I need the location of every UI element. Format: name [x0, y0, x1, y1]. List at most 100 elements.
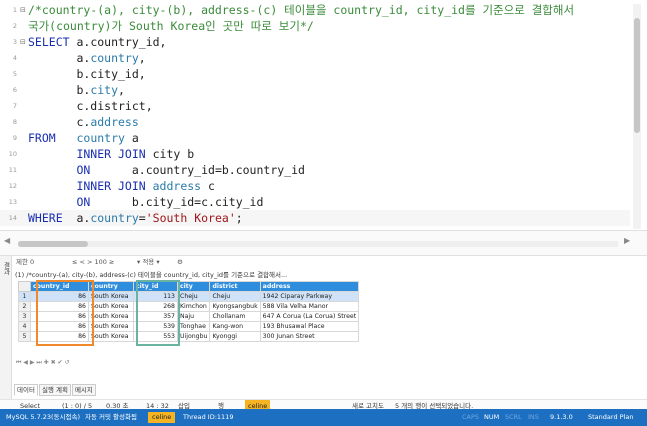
- table-cell[interactable]: 300 Junan Street: [259, 331, 360, 342]
- grid-nav-bar[interactable]: ⏮ ◀ ▶ ⏭ ✚ ✖ ✔ ↺: [12, 357, 632, 369]
- table-cell[interactable]: Tonghae: [176, 321, 211, 332]
- code-line[interactable]: 14 WHERE a.country='South Korea';: [0, 210, 630, 226]
- code-line[interactable]: 13 ON b.city_id=c.city_id: [0, 194, 630, 210]
- table-cell[interactable]: 86: [30, 301, 89, 312]
- table-row[interactable]: 4 86 South Korea 539 Tonghae Kang-won 193 Bhus…: [18, 321, 360, 332]
- table-cell[interactable]: 268: [133, 301, 178, 312]
- code-token: a: [124, 131, 139, 145]
- scrl-indicator: SCRL: [505, 413, 522, 421]
- row-number[interactable]: 5: [18, 331, 31, 342]
- scrollbar-thumb[interactable]: [18, 241, 88, 247]
- editor-vertical-scrollbar[interactable]: [633, 4, 641, 229]
- table-cell[interactable]: Cheju: [209, 291, 261, 302]
- result-subtab[interactable]: 메시지: [71, 384, 96, 396]
- table-cell[interactable]: 588 Vila Velha Manor: [259, 301, 360, 312]
- column-header[interactable]: city_id: [133, 281, 178, 292]
- table-cell[interactable]: South Korea: [88, 291, 134, 302]
- table-cell[interactable]: Chollanam: [209, 311, 261, 322]
- results-side-tab[interactable]: 결과: [0, 256, 12, 406]
- table-cell[interactable]: Kyonggi: [209, 331, 261, 342]
- code-token: country: [76, 131, 125, 145]
- table-cell[interactable]: 647 A Corua (La Corua) Street: [259, 311, 360, 322]
- table-cell[interactable]: Cheju: [176, 291, 211, 302]
- table-cell[interactable]: 357: [133, 311, 178, 322]
- fold-toggle-icon[interactable]: ⊟: [20, 38, 26, 46]
- table-cell[interactable]: 193 Bhusawal Place: [259, 321, 360, 332]
- code-line[interactable]: 4 a.country,: [0, 50, 630, 66]
- code-line[interactable]: 12 INNER JOIN address c: [0, 178, 630, 194]
- row-number[interactable]: 2: [18, 301, 31, 312]
- server-version: MySQL 5.7.23(동시접속): [6, 413, 81, 421]
- table-cell[interactable]: Kyongsangbuk: [209, 301, 261, 312]
- code-line[interactable]: 2 국가(country)가 South Korea인 곳만 따로 보기*/: [0, 18, 630, 34]
- gear-icon[interactable]: ⚙: [177, 256, 183, 269]
- table-cell[interactable]: 1942 Ciparay Parkway: [259, 291, 360, 302]
- table-cell[interactable]: South Korea: [88, 311, 134, 322]
- row-number[interactable]: 3: [18, 311, 31, 322]
- column-header[interactable]: country: [88, 281, 134, 292]
- code-line[interactable]: 6 b.city,: [0, 82, 630, 98]
- editor-horizontal-scrollbar[interactable]: [18, 241, 618, 247]
- code-text: INNER JOIN city b: [28, 146, 194, 162]
- table-cell[interactable]: Uijongbu: [176, 331, 211, 342]
- scroll-right-icon[interactable]: ▶: [624, 236, 630, 245]
- fold-toggle-icon[interactable]: ⊟: [20, 6, 26, 14]
- results-side-label: 결과: [2, 262, 10, 275]
- scrollbar-thumb[interactable]: [634, 18, 640, 133]
- thread-id: Thread ID:1119: [183, 413, 234, 421]
- column-header[interactable]: district: [209, 281, 261, 292]
- code-token: b.city_id,: [28, 67, 146, 81]
- line-number: 12: [8, 182, 17, 190]
- limit-control[interactable]: 제한 0: [16, 256, 34, 269]
- table-cell[interactable]: Kimchon: [176, 301, 211, 312]
- filter-button[interactable]: ▾ 적용 ▾: [137, 256, 160, 269]
- table-cell[interactable]: 86: [30, 291, 89, 302]
- row-number-header[interactable]: [18, 281, 31, 292]
- column-header[interactable]: address: [259, 281, 360, 292]
- table-cell[interactable]: South Korea: [88, 321, 134, 332]
- code-line[interactable]: 5 b.city_id,: [0, 66, 630, 82]
- page-nav-buttons[interactable]: ≤ < > 100 ≥: [72, 256, 114, 269]
- code-line[interactable]: 9 FROM country a: [0, 130, 630, 146]
- table-row[interactable]: 1 86 South Korea 113 Cheju Cheju 1942 Ciparay …: [18, 291, 360, 302]
- results-panel: 결과 제한 0 ≤ < > 100 ≥ ▾ 적용 ▾ ⚙ (1) /*count…: [0, 256, 647, 426]
- code-text: 국가(country)가 South Korea인 곳만 따로 보기*/: [28, 18, 314, 34]
- column-header[interactable]: city: [176, 281, 211, 292]
- table-cell[interactable]: 86: [30, 331, 89, 342]
- code-token: 국가(country)가 South Korea인 곳만 따로 보기*/: [28, 19, 314, 33]
- table-row[interactable]: 3 86 South Korea 357 Naju Chollanam 647 A Coru…: [18, 311, 360, 322]
- table-row[interactable]: 5 86 South Korea 553 Uijongbu Kyonggi 300 Juna…: [18, 331, 360, 342]
- table-cell[interactable]: 553: [133, 331, 178, 342]
- code-line[interactable]: 7 c.district,: [0, 98, 630, 114]
- result-grid[interactable]: country_id country city_id city district addr…: [18, 281, 638, 356]
- table-cell[interactable]: South Korea: [88, 301, 134, 312]
- code-line[interactable]: 1 ⊟/*country-(a), city-(b), address-(c) 테…: [0, 2, 630, 18]
- code-token: /*country-(a), city-(b), address-(c) 테이블…: [28, 3, 575, 17]
- row-number[interactable]: 4: [18, 321, 31, 332]
- line-number: 9: [12, 134, 17, 142]
- table-row[interactable]: 2 86 South Korea 268 Kimchon Kyongsangbuk 588 …: [18, 301, 360, 312]
- code-line[interactable]: 11 ON a.country_id=b.country_id: [0, 162, 630, 178]
- result-subtab[interactable]: 데이터: [14, 384, 38, 396]
- table-cell[interactable]: Kang-won: [209, 321, 261, 332]
- table-cell[interactable]: 86: [30, 321, 89, 332]
- table-cell[interactable]: 113: [133, 291, 178, 302]
- table-cell[interactable]: 539: [133, 321, 178, 332]
- code-text: b.city,: [28, 82, 125, 98]
- connection-badge: celine: [148, 412, 176, 423]
- line-number: 1: [12, 6, 17, 14]
- sql-editor[interactable]: 1 ⊟/*country-(a), city-(b), address-(c) 테…: [0, 0, 647, 230]
- result-table: country_id country city_id city district addr…: [18, 281, 360, 342]
- column-header[interactable]: country_id: [30, 281, 89, 292]
- scroll-left-icon[interactable]: ◀: [4, 236, 10, 245]
- result-subtab[interactable]: 실행 계획: [38, 384, 71, 396]
- row-number[interactable]: 1: [18, 291, 31, 302]
- code-line[interactable]: 8 c.address: [0, 114, 630, 130]
- table-cell[interactable]: Naju: [176, 311, 211, 322]
- line-number: 13: [8, 198, 17, 206]
- code-line[interactable]: 3 ⊟ SELECT a.country_id,: [0, 34, 630, 50]
- line-number: 7: [12, 102, 17, 110]
- table-cell[interactable]: South Korea: [88, 331, 134, 342]
- table-cell[interactable]: 86: [30, 311, 89, 322]
- code-line[interactable]: 10 INNER JOIN city b: [0, 146, 630, 162]
